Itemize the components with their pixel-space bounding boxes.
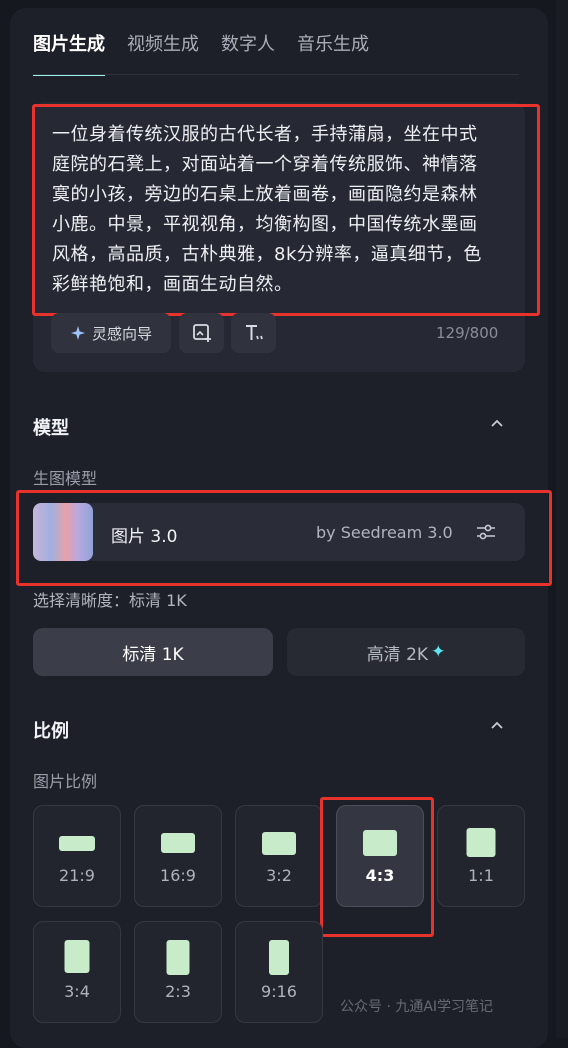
ratio-option-21-9[interactable]: 21:9 (33, 805, 121, 907)
model-subtitle: 生图模型 (33, 469, 98, 488)
ratio-shape-icon (161, 833, 195, 853)
ratio-option-1-1[interactable]: 1:1 (437, 805, 525, 907)
tab-music-generation[interactable]: 音乐生成 (297, 30, 369, 76)
tab-image-generation[interactable]: 图片生成 (33, 30, 105, 76)
ratio-shape-icon (363, 830, 397, 856)
model-section-title: 模型 (33, 418, 69, 439)
ratio-option-9-16[interactable]: 9:16 (235, 921, 323, 1023)
ratio-label: 9:16 (261, 982, 297, 1001)
resolution-2k-label: 高清 2K (366, 644, 429, 665)
ratio-label: 16:9 (160, 866, 196, 885)
watermark-text: 公众号 · 九通AI学习笔记 (340, 999, 494, 1015)
model-thumbnail (33, 503, 93, 561)
ratio-section-title: 比例 (33, 721, 69, 742)
ratio-shape-icon (466, 828, 496, 857)
sliders-icon[interactable] (475, 521, 497, 543)
ratio-label: 3:4 (64, 982, 90, 1001)
text-style-button[interactable] (231, 313, 276, 353)
tab-video-generation[interactable]: 视频生成 (127, 30, 199, 76)
chevron-up-icon[interactable] (490, 718, 504, 734)
ratio-shape-icon (269, 940, 289, 975)
right-edge (556, 0, 568, 1038)
ratio-label: 21:9 (59, 866, 95, 885)
clarity-label: 选择清晰度：标清 1K (33, 591, 187, 610)
ratio-option-2-3[interactable]: 2:3 (134, 921, 222, 1023)
ratio-label: 1:1 (468, 866, 494, 885)
ratio-subtitle: 图片比例 (33, 772, 98, 791)
model-selector[interactable]: 图片 3.0 by Seedream 3.0 (33, 503, 525, 561)
ratio-shape-icon (64, 940, 90, 973)
add-image-button[interactable] (179, 313, 224, 353)
ratio-shape-icon (166, 940, 190, 975)
ratio-label: 2:3 (165, 982, 191, 1001)
prompt-text[interactable]: 一位身着传统汉服的古代长者，手持蒲扇，坐在中式庭院的石凳上，对面站着一个穿着传统… (52, 120, 492, 300)
ratio-shape-icon (59, 836, 95, 851)
chevron-up-icon[interactable] (490, 416, 504, 432)
inspiration-guide-button[interactable]: 灵感向导 (51, 313, 171, 353)
model-name: 图片 3.0 (111, 527, 178, 547)
resolution-1k-button[interactable]: 标清 1K (33, 628, 273, 676)
resolution-2k-button[interactable]: 高清 2K ✦ (287, 628, 525, 676)
ratio-shape-icon (262, 832, 296, 855)
sparkle-icon: ✦ (431, 642, 446, 662)
ratio-label: 3:2 (266, 866, 292, 885)
mode-tabs: 图片生成 视频生成 数字人 音乐生成 (33, 30, 369, 76)
tab-divider (33, 74, 519, 75)
ratio-option-3-2[interactable]: 3:2 (235, 805, 323, 907)
text-format-icon (245, 325, 263, 340)
inspiration-guide-label: 灵感向导 (91, 324, 152, 343)
tab-digital-human[interactable]: 数字人 (221, 30, 275, 76)
character-counter: 129/800 (436, 324, 499, 342)
model-provider: by Seedream 3.0 (316, 523, 453, 542)
ratio-option-16-9[interactable]: 16:9 (134, 805, 222, 907)
resolution-1k-label: 标清 1K (122, 644, 184, 665)
ratio-option-4-3[interactable]: 4:3 (336, 805, 424, 907)
image-add-icon (192, 324, 211, 342)
sparkle-icon (70, 326, 85, 340)
ratio-label: 4:3 (365, 866, 395, 885)
ratio-option-3-4[interactable]: 3:4 (33, 921, 121, 1023)
